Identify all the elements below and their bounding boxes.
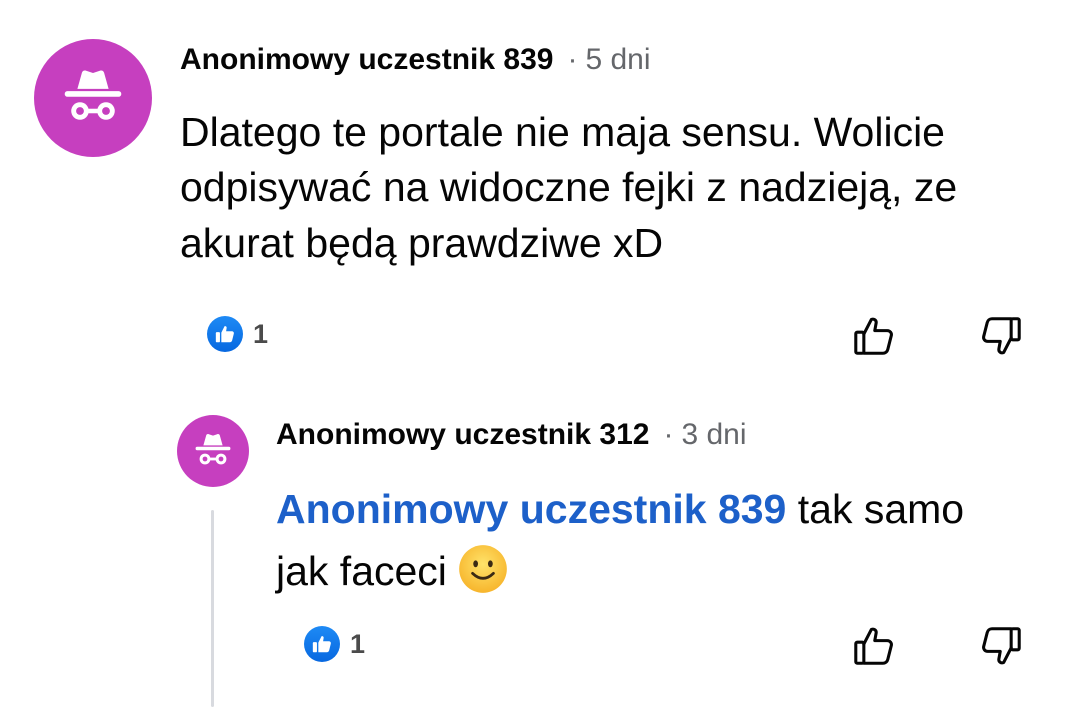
thumbs-up-icon	[207, 316, 243, 352]
incognito-icon	[195, 434, 231, 465]
comment-text: Dlatego te portale nie maja sensu. Wolic…	[180, 105, 1020, 271]
reply-header: Anonimowy uczestnik 312 · 3 dni	[276, 418, 747, 452]
thread-line	[211, 510, 214, 707]
incognito-icon	[64, 70, 122, 120]
separator-dot: ·	[567, 43, 578, 76]
timestamp[interactable]: 5 dni	[585, 43, 650, 77]
reply-timestamp[interactable]: 3 dni	[681, 418, 746, 452]
author-name[interactable]: Anonimowy uczestnik 839	[180, 43, 553, 77]
reply-avatar[interactable]	[177, 415, 249, 487]
reply-text: Anonimowy uczestnik 839 tak samo jak fac…	[276, 479, 976, 602]
slightly-smiling-face-icon	[459, 544, 507, 593]
reaction-count: 1	[350, 628, 366, 659]
thumbs-down-outline-icon[interactable]	[975, 310, 1027, 362]
mention-link[interactable]: Anonimowy uczestnik 839	[276, 486, 786, 532]
comment-text-content: Dlatego te portale nie maja sensu. Wolic…	[180, 109, 958, 266]
separator-dot: ·	[663, 418, 674, 451]
thumbs-up-icon	[304, 626, 340, 662]
reply-author-name[interactable]: Anonimowy uczestnik 312	[276, 418, 649, 452]
reply-reaction-summary[interactable]: 1	[304, 626, 365, 662]
thumbs-up-outline-icon[interactable]	[848, 620, 900, 672]
thumbs-down-outline-icon[interactable]	[975, 620, 1027, 672]
reaction-summary[interactable]: 1	[207, 316, 268, 352]
thumbs-up-outline-icon[interactable]	[848, 310, 900, 362]
comment-header: Anonimowy uczestnik 839 · 5 dni	[180, 43, 651, 77]
avatar[interactable]	[34, 39, 152, 157]
reaction-count: 1	[253, 318, 269, 349]
